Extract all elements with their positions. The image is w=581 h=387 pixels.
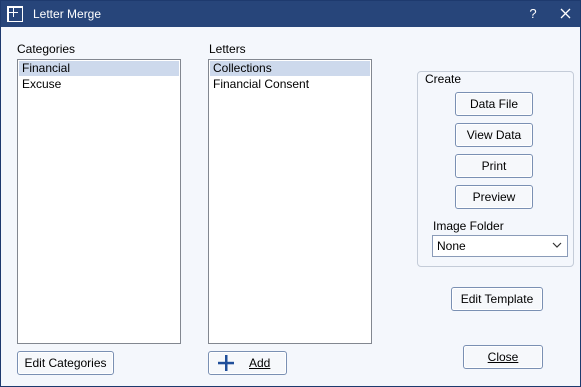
add-button-label: Add (249, 356, 271, 370)
plus-icon (218, 355, 234, 371)
window-title: Letter Merge (33, 7, 102, 21)
categories-label: Categories (17, 42, 76, 56)
chevron-down-icon (552, 242, 562, 248)
image-folder-value: None (437, 239, 466, 253)
letter-list-item[interactable]: Collections (210, 61, 370, 76)
edit-template-button[interactable]: Edit Template (451, 287, 543, 311)
categories-list[interactable]: Financial Excuse (17, 59, 181, 344)
edit-categories-button[interactable]: Edit Categories (17, 351, 114, 375)
title-bar[interactable]: Letter Merge ? (1, 1, 580, 27)
app-grid-icon (7, 6, 23, 22)
add-letter-button[interactable]: Add (208, 351, 287, 375)
image-folder-label: Image Folder (433, 219, 504, 233)
create-group-label: Create (424, 72, 463, 86)
image-folder-select[interactable]: None (432, 235, 568, 257)
letter-merge-window: Letter Merge ? Categories Financial Excus… (0, 0, 581, 387)
letters-label: Letters (209, 42, 246, 56)
close-icon (560, 8, 570, 19)
close-window-button[interactable] (553, 4, 577, 24)
close-button[interactable]: Close (463, 345, 543, 369)
letters-list[interactable]: Collections Financial Consent (208, 59, 372, 344)
preview-button[interactable]: Preview (455, 185, 533, 209)
close-button-label: Close (487, 350, 519, 364)
category-list-item[interactable]: Excuse (19, 77, 179, 92)
help-button[interactable]: ? (521, 4, 545, 24)
data-file-button[interactable]: Data File (455, 92, 533, 116)
category-list-item[interactable]: Financial (19, 61, 179, 76)
letter-list-item[interactable]: Financial Consent (210, 77, 370, 92)
view-data-button[interactable]: View Data (455, 123, 533, 147)
print-button[interactable]: Print (455, 154, 533, 178)
